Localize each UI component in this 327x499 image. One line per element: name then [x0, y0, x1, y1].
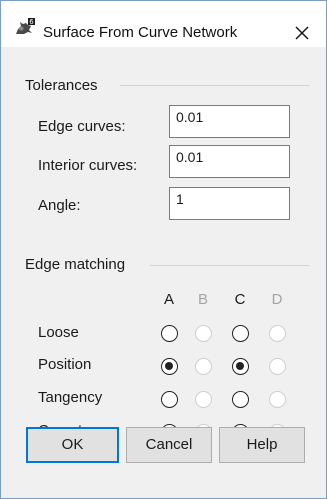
tangency-row-label: Tangency [38, 389, 103, 406]
interior-curves-input[interactable] [169, 145, 290, 178]
surface-from-curve-network-dialog: 6 Surface From Curve Network Tolerances … [0, 0, 327, 499]
angle-label: Angle: [38, 197, 81, 214]
ok-button[interactable]: OK [26, 427, 119, 463]
radio-tangency-a[interactable] [161, 391, 178, 408]
radio-tangency-d [269, 391, 286, 408]
window-title: Surface From Curve Network [43, 24, 238, 41]
radio-loose-c[interactable] [232, 325, 249, 342]
column-header-d: D [271, 291, 283, 308]
cancel-button[interactable]: Cancel [126, 427, 212, 463]
rhino-app-icon: 6 [16, 18, 35, 34]
close-icon[interactable] [291, 22, 313, 44]
column-header-c: C [234, 291, 246, 308]
help-button[interactable]: Help [219, 427, 305, 463]
svg-text:6: 6 [29, 18, 34, 26]
radio-position-a[interactable] [161, 358, 178, 375]
edge-matching-group-divider [150, 265, 309, 266]
interior-curves-label: Interior curves: [38, 157, 138, 174]
radio-position-b [195, 358, 212, 375]
tolerances-group-title: Tolerances [25, 77, 98, 94]
angle-input[interactable] [169, 187, 290, 220]
loose-row-label: Loose [38, 324, 79, 341]
edge-matching-group-title: Edge matching [25, 256, 126, 273]
radio-loose-a[interactable] [161, 325, 178, 342]
edge-curves-input[interactable] [169, 105, 290, 138]
position-row-label: Position [38, 356, 92, 373]
column-header-a: A [163, 291, 174, 308]
tolerances-group-divider [120, 85, 309, 86]
radio-position-c[interactable] [232, 358, 249, 375]
title-bar[interactable]: 6 Surface From Curve Network [1, 1, 326, 47]
column-header-b: B [197, 291, 208, 308]
radio-loose-d [269, 325, 286, 342]
radio-loose-b [195, 325, 212, 342]
radio-position-d [269, 358, 286, 375]
radio-tangency-c[interactable] [232, 391, 249, 408]
radio-tangency-b [195, 391, 212, 408]
edge-curves-label: Edge curves: [38, 118, 126, 135]
